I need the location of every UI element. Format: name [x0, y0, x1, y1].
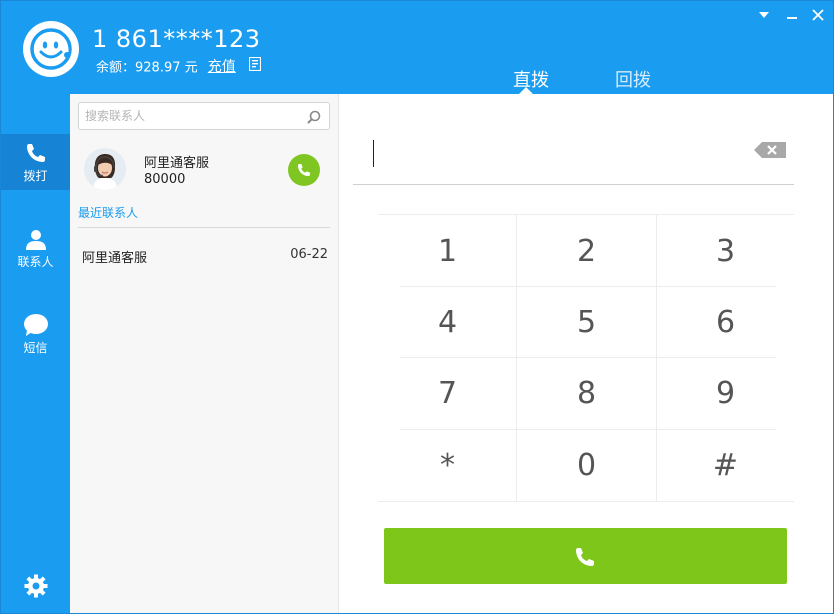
phone-icon — [298, 164, 310, 176]
key-7[interactable]: 7 — [378, 358, 517, 430]
search-box — [78, 102, 330, 130]
key-2[interactable]: 2 — [517, 216, 656, 288]
close-icon[interactable] — [807, 5, 829, 25]
key-hash[interactable]: # — [656, 430, 795, 502]
key-6[interactable]: 6 — [656, 287, 795, 359]
balance-row: 余额：928.97 元 充值 — [96, 56, 262, 76]
recent-contacts-title: 最近联系人 — [78, 206, 139, 220]
recharge-link[interactable]: 充值 — [208, 59, 236, 75]
sidebar-item-label: 短信 — [23, 341, 48, 355]
key-4[interactable]: 4 — [378, 287, 517, 359]
balance-label: 余额： — [96, 60, 136, 76]
dial-call-button[interactable] — [384, 528, 787, 584]
bill-icon[interactable] — [248, 56, 262, 75]
app-window: 1 861****123 余额：928.97 元 充值 直拨 回拨 拨打 联系人… — [0, 0, 834, 614]
contacts-panel: 阿里通客服 80000 最近联系人 阿里通客服 06-22 — [70, 94, 339, 613]
search-icon[interactable] — [307, 109, 321, 128]
balance-value: 928.97 元 — [135, 60, 198, 76]
key-5[interactable]: 5 — [517, 287, 656, 359]
dialer-panel: 1 2 3 4 5 6 7 8 9 * 0 # — [340, 94, 833, 613]
chat-bubble-icon — [23, 314, 48, 336]
smiley-logo-icon — [30, 28, 72, 70]
sidebar: 拨打 联系人 短信 — [1, 94, 70, 613]
search-input[interactable] — [85, 106, 295, 126]
sidebar-item-label: 拨打 — [23, 169, 48, 183]
backspace-icon[interactable] — [753, 141, 787, 163]
key-8[interactable]: 8 — [517, 358, 656, 430]
call-service-button[interactable] — [288, 154, 320, 186]
keypad: 1 2 3 4 5 6 7 8 9 * 0 # — [378, 214, 794, 502]
keypad-gridline — [378, 214, 794, 215]
dial-input-area — [353, 134, 794, 185]
header-bar: 1 861****123 余额：928.97 元 充值 直拨 回拨 — [1, 1, 833, 94]
recent-contact-name: 阿里通客服 — [82, 251, 148, 266]
agent-avatar-icon — [84, 148, 126, 190]
text-caret — [373, 140, 374, 167]
contact-name: 阿里通客服 — [144, 156, 210, 171]
settings-button[interactable] — [24, 574, 48, 602]
tab-callback[interactable]: 回拨 — [615, 66, 651, 92]
account-phone-number: 1 861****123 — [92, 25, 261, 53]
key-0[interactable]: 0 — [517, 430, 656, 502]
app-logo — [23, 21, 79, 77]
sidebar-item-sms[interactable]: 短信 — [1, 306, 70, 362]
sidebar-item-contacts[interactable]: 联系人 — [1, 220, 70, 276]
minimize-icon[interactable] — [781, 5, 803, 25]
list-item[interactable]: 阿里通客服 06-22 — [70, 240, 338, 268]
avatar — [84, 148, 126, 190]
sidebar-item-dial[interactable]: 拨打 — [1, 134, 70, 190]
key-star[interactable]: * — [378, 430, 517, 502]
sidebar-item-label: 联系人 — [17, 255, 54, 269]
menu-dropdown-icon[interactable] — [753, 5, 775, 25]
key-1[interactable]: 1 — [378, 216, 517, 288]
dial-number-input[interactable] — [373, 140, 723, 170]
phone-icon — [26, 144, 45, 162]
contact-number: 80000 — [144, 172, 186, 187]
customer-service-contact[interactable]: 阿里通客服 80000 — [70, 144, 338, 200]
person-icon — [25, 230, 46, 250]
gear-icon — [24, 574, 48, 598]
key-3[interactable]: 3 — [656, 216, 795, 288]
active-tab-pointer — [519, 87, 533, 94]
key-9[interactable]: 9 — [656, 358, 795, 430]
divider — [78, 227, 330, 228]
recent-contact-date: 06-22 — [290, 247, 328, 262]
phone-icon — [576, 548, 594, 566]
